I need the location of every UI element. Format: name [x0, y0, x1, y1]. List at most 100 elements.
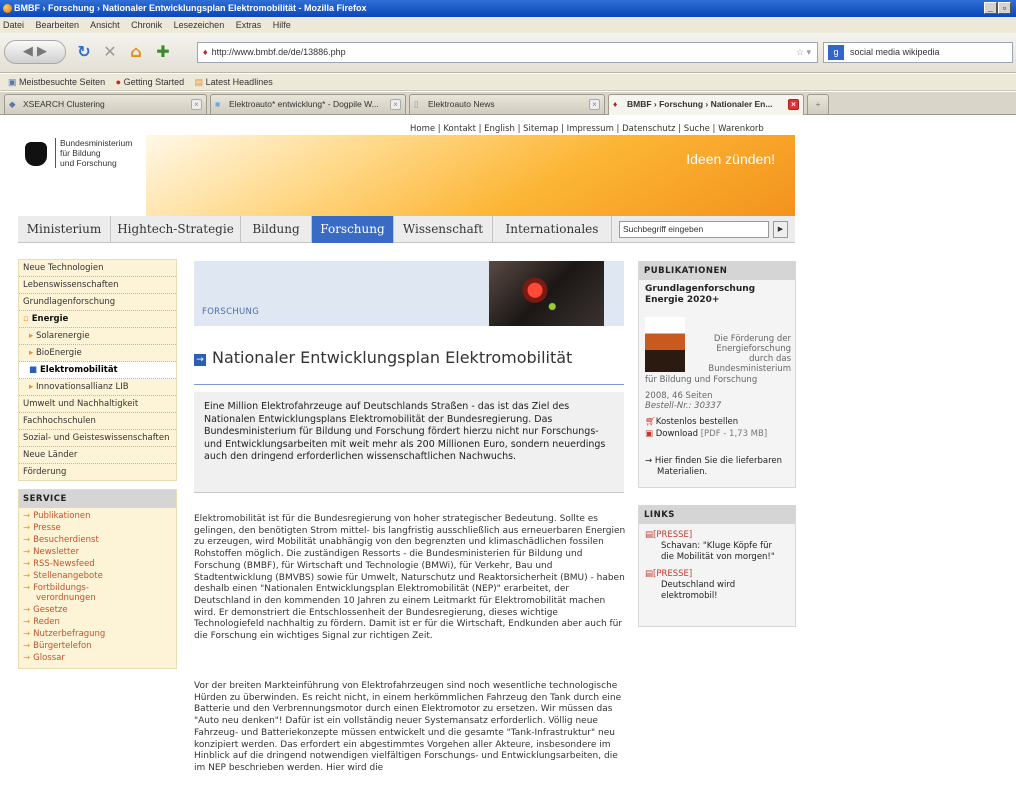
bookmark-latest-headlines[interactable]: ▤ Latest Headlines	[195, 74, 273, 91]
search-go-button[interactable]: ▶	[773, 221, 788, 238]
leftnav-item[interactable]: Fachhochschulen	[19, 413, 176, 430]
new-tab-button[interactable]: +	[807, 94, 829, 114]
service-link[interactable]: → Nutzerbefragung	[19, 628, 176, 640]
add-bookmark-icon[interactable]: ✚	[152, 40, 174, 64]
stop-icon[interactable]: ✕	[100, 40, 120, 64]
service-link[interactable]: → Presse	[19, 522, 176, 534]
publication-meta: 2008, 46 Seiten	[645, 391, 713, 401]
top-links[interactable]: Home | Kontakt | English | Sitemap | Imp…	[410, 124, 764, 134]
reload-icon[interactable]: ↻	[74, 40, 94, 64]
arrow-icon: →	[23, 571, 31, 581]
url-bar[interactable]: ♦ http://www.bmbf.de/de/13886.php ☆ ▾	[197, 42, 818, 63]
tab-bar: ◆ XSEARCH Clustering × ■ Elektroauto* ent…	[0, 92, 1016, 115]
menu-bearbeiten[interactable]: Bearbeiten	[36, 20, 80, 30]
nav-ministerium[interactable]: Ministerium	[18, 216, 111, 243]
star-icon[interactable]: ☆ ▾	[796, 43, 811, 62]
tab-elektroauto-news[interactable]: ▯ Elektroauto News ×	[409, 94, 605, 114]
service-label: Gesetze	[33, 605, 68, 615]
menu-lesezeichen[interactable]: Lesezeichen	[174, 20, 225, 30]
bookmark-meistbesuchte[interactable]: ▣ Meistbesuchte Seiten	[8, 74, 105, 91]
leftnav-item[interactable]: Neue Technologien	[19, 260, 176, 277]
bookmark-getting-started[interactable]: ● Getting Started	[116, 74, 185, 91]
tab-label: Elektroauto* entwicklung* - Dogpile W...	[229, 99, 379, 109]
service-link[interactable]: → Reden	[19, 616, 176, 628]
nav-bildung[interactable]: Bildung	[241, 216, 312, 243]
service-link[interactable]: → Gesetze	[19, 604, 176, 616]
leftnav-label: Elektromobilität	[40, 365, 118, 375]
leftnav-item[interactable]: Lebenswissenschaften	[19, 277, 176, 294]
leftnav-item[interactable]: Sozial- und Geisteswissenschaften	[19, 430, 176, 447]
bookmark-label: Getting Started	[123, 77, 185, 87]
close-tab-icon[interactable]: ×	[390, 99, 401, 110]
menu-ansicht[interactable]: Ansicht	[90, 20, 120, 30]
arrow-icon: →	[23, 535, 31, 545]
leftnav-label: Solarenergie	[35, 331, 90, 341]
tab-favicon: ◆	[9, 99, 16, 109]
home-icon[interactable]: ⌂	[126, 40, 146, 64]
search-text: social media wikipedia	[850, 47, 940, 57]
leftnav-subitem[interactable]: ▸ Innovationsallianz LIB	[19, 379, 176, 396]
rss-icon: ▤	[194, 77, 204, 87]
menu-datei[interactable]: Datei	[3, 20, 24, 30]
menu-hilfe[interactable]: Hilfe	[273, 20, 291, 30]
search-bar[interactable]: g social media wikipedia	[823, 42, 1013, 63]
leftnav-label: BioEnergie	[35, 348, 82, 358]
arrow-box-icon: →	[194, 354, 206, 366]
leftnav-item-energie[interactable]: ▫ Energie	[19, 311, 176, 328]
order-link-label: Kostenlos bestellen	[655, 417, 739, 427]
publication-cover-image[interactable]	[645, 317, 685, 372]
leftnav-item[interactable]: Neue Länder	[19, 447, 176, 464]
arrow-icon: →	[23, 583, 31, 593]
download-meta: [PDF - 1,73 MB]	[700, 429, 768, 439]
leftnav-subitem[interactable]: ▸ BioEnergie	[19, 345, 176, 362]
service-link[interactable]: → Publikationen	[19, 510, 176, 522]
order-free-link[interactable]: 🛒︎Kostenlos bestellen	[639, 417, 744, 428]
close-tab-icon[interactable]: ×	[191, 99, 202, 110]
leftnav-item[interactable]: Grundlagenforschung	[19, 294, 176, 311]
service-link[interactable]: → Newsletter	[19, 546, 176, 558]
nav-wissenschaft[interactable]: Wissenschaft	[394, 216, 493, 243]
leftnav-subitem-selected[interactable]: ■ Elektromobilität	[19, 362, 176, 379]
tab-label: XSEARCH Clustering	[23, 99, 105, 109]
tab-dogpile[interactable]: ■ Elektroauto* entwicklung* - Dogpile W.…	[210, 94, 406, 114]
service-link[interactable]: → Bürgertelefon	[19, 640, 176, 652]
left-navigation: Neue Technologien Lebenswissenschaften G…	[18, 259, 177, 481]
close-tab-icon[interactable]: ×	[788, 99, 799, 110]
download-label: Download	[655, 429, 698, 439]
publication-name[interactable]: Grundlagenforschung Energie 2020+	[639, 280, 795, 306]
site-search-input[interactable]: Suchbegriff eingeben	[619, 221, 769, 238]
minimize-button[interactable]: _	[984, 2, 997, 14]
press-tag: [PRESSE]	[653, 530, 693, 540]
tab-xsearch[interactable]: ◆ XSEARCH Clustering ×	[4, 94, 207, 114]
menu-extras[interactable]: Extras	[236, 20, 262, 30]
lead-paragraph: Eine Million Elektrofahrzeuge auf Deutsc…	[194, 392, 624, 493]
close-tab-icon[interactable]: ×	[589, 99, 600, 110]
press-link-1[interactable]: ▤[PRESSE]	[645, 530, 789, 541]
search-engine-icon[interactable]: g	[828, 45, 844, 60]
tab-label: Elektroauto News	[428, 99, 495, 109]
back-forward-button[interactable]: ◀ ▶	[4, 40, 66, 64]
leftnav-item[interactable]: Umwelt und Nachhaltigkeit	[19, 396, 176, 413]
press-link-2[interactable]: ▤[PRESSE]	[645, 569, 789, 580]
tab-label: BMBF › Forschung › Nationaler En...	[627, 99, 773, 109]
materials-link[interactable]: → Hier finden Sie die lieferbaren Materi…	[639, 456, 795, 478]
maximize-button[interactable]: ▫	[998, 2, 1011, 14]
nav-internationales[interactable]: Internationales	[493, 216, 612, 243]
press-text-2[interactable]: Deutschland wird elektromobil!	[645, 580, 789, 602]
service-link[interactable]: → Besucherdienst	[19, 534, 176, 546]
service-link[interactable]: → Glossar	[19, 652, 176, 664]
page-title: → Nationaler Entwicklungsplan Elektromobi…	[194, 348, 572, 367]
service-link[interactable]: → RSS-Newsfeed	[19, 558, 176, 570]
service-link[interactable]: → Stellenangebote	[19, 570, 176, 582]
links-box: LINKS ▤[PRESSE] Schavan: "Kluge Köpfe fü…	[638, 505, 796, 627]
leftnav-item[interactable]: Förderung	[19, 464, 176, 480]
nav-forschung[interactable]: Forschung	[312, 216, 394, 243]
download-pdf-link[interactable]: ▣ Download [PDF - 1,73 MB]	[639, 429, 773, 440]
press-text-1[interactable]: Schavan: "Kluge Köpfe für die Mobilität …	[645, 541, 789, 563]
leftnav-subitem[interactable]: ▸ Solarenergie	[19, 328, 176, 345]
menu-chronik[interactable]: Chronik	[131, 20, 162, 30]
nav-hightech-strategie[interactable]: Hightech-Strategie	[111, 216, 241, 243]
tab-bmbf[interactable]: ♦ BMBF › Forschung › Nationaler En... ×	[608, 94, 804, 115]
title-divider	[194, 384, 624, 385]
service-link[interactable]: → Fortbildungs- verordnungen	[19, 582, 139, 604]
